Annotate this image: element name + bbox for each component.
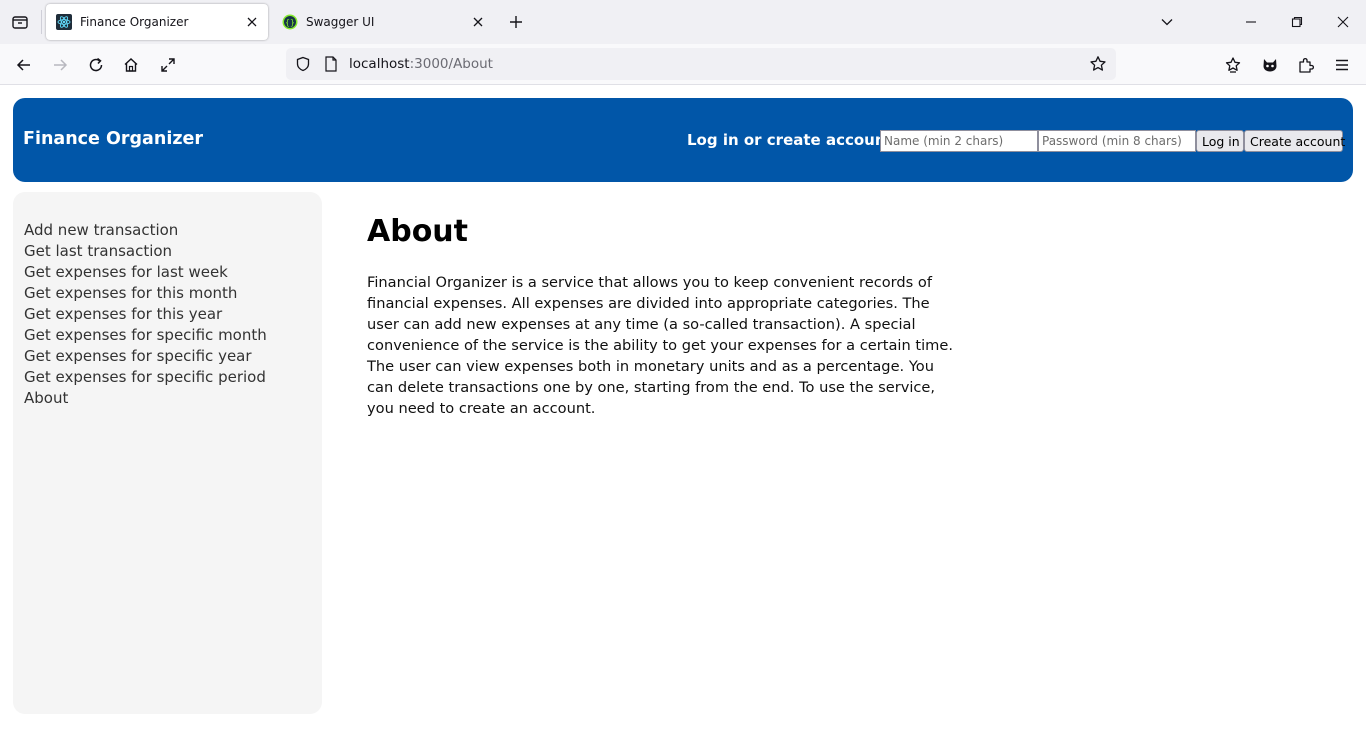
name-input[interactable] [880, 130, 1038, 152]
close-tab-icon[interactable] [466, 10, 490, 34]
swagger-icon: {} [282, 14, 298, 30]
restore-icon[interactable] [1274, 0, 1320, 44]
sidebar-item-specific-month[interactable]: Get expenses for specific month [24, 325, 267, 346]
menu-icon[interactable] [1327, 50, 1357, 80]
tab-swagger-ui[interactable]: {} Swagger UI [272, 4, 494, 40]
sidebar-item-last-transaction[interactable]: Get last transaction [24, 241, 267, 262]
create-account-button[interactable]: Create account [1244, 130, 1345, 152]
page-icon[interactable] [321, 54, 341, 74]
about-text: Financial Organizer is a service that al… [367, 274, 953, 417]
react-icon [56, 14, 72, 30]
minimize-icon[interactable] [1228, 0, 1274, 44]
main-content: About Financial Organizer is a service t… [367, 212, 957, 419]
reload-icon[interactable] [81, 50, 111, 80]
tab-title: Swagger UI [306, 15, 375, 29]
svg-text:{}: {} [285, 18, 295, 27]
sidebar-item-specific-year[interactable]: Get expenses for specific year [24, 346, 267, 367]
tab-list-icon[interactable] [0, 0, 40, 44]
browser-tabstrip: Finance Organizer {} Swagger UI [0, 0, 1366, 44]
url-path: :3000/About [409, 56, 493, 72]
chevron-down-icon[interactable] [1144, 0, 1190, 44]
tab-separator [41, 10, 42, 34]
sidebar-item-last-week[interactable]: Get expenses for last week [24, 262, 267, 283]
extension-cat-icon[interactable] [1255, 50, 1285, 80]
page-title: About [367, 214, 469, 249]
sidebar-item-about[interactable]: About [24, 388, 267, 409]
sidebar-item-this-year[interactable]: Get expenses for this year [24, 304, 267, 325]
close-window-icon[interactable] [1320, 0, 1366, 44]
shield-icon[interactable] [293, 54, 313, 74]
sidebar-item-specific-period[interactable]: Get expenses for specific period [24, 367, 267, 388]
tab-finance-organizer[interactable]: Finance Organizer [46, 4, 268, 40]
app-title[interactable]: Finance Organizer [23, 129, 203, 149]
url-host: localhost [349, 56, 410, 72]
login-prompt: Log in or create account [687, 131, 893, 149]
sidebar-item-add-transaction[interactable]: Add new transaction [24, 220, 267, 241]
browser-navbar: localhost:3000/About [0, 44, 1366, 85]
url-text: localhost:3000/About [349, 56, 493, 72]
bookmark-star-icon[interactable] [1088, 54, 1108, 74]
new-tab-icon[interactable] [502, 8, 530, 36]
sidebar-menu: Add new transaction Get last transaction… [24, 220, 267, 409]
tab-title: Finance Organizer [80, 15, 189, 29]
home-icon[interactable] [116, 50, 146, 80]
pocket-icon[interactable] [1218, 50, 1248, 80]
sidebar: Add new transaction Get last transaction… [13, 192, 322, 714]
login-button[interactable]: Log in [1196, 130, 1244, 152]
close-tab-icon[interactable] [240, 10, 264, 34]
extensions-puzzle-icon[interactable] [1291, 50, 1321, 80]
app-header: Finance Organizer Log in or create accou… [13, 98, 1353, 182]
forward-icon[interactable] [45, 50, 75, 80]
address-bar[interactable]: localhost:3000/About [286, 48, 1116, 80]
fullscreen-icon[interactable] [153, 50, 183, 80]
password-input[interactable] [1038, 130, 1196, 152]
back-icon[interactable] [9, 50, 39, 80]
sidebar-item-this-month[interactable]: Get expenses for this month [24, 283, 267, 304]
